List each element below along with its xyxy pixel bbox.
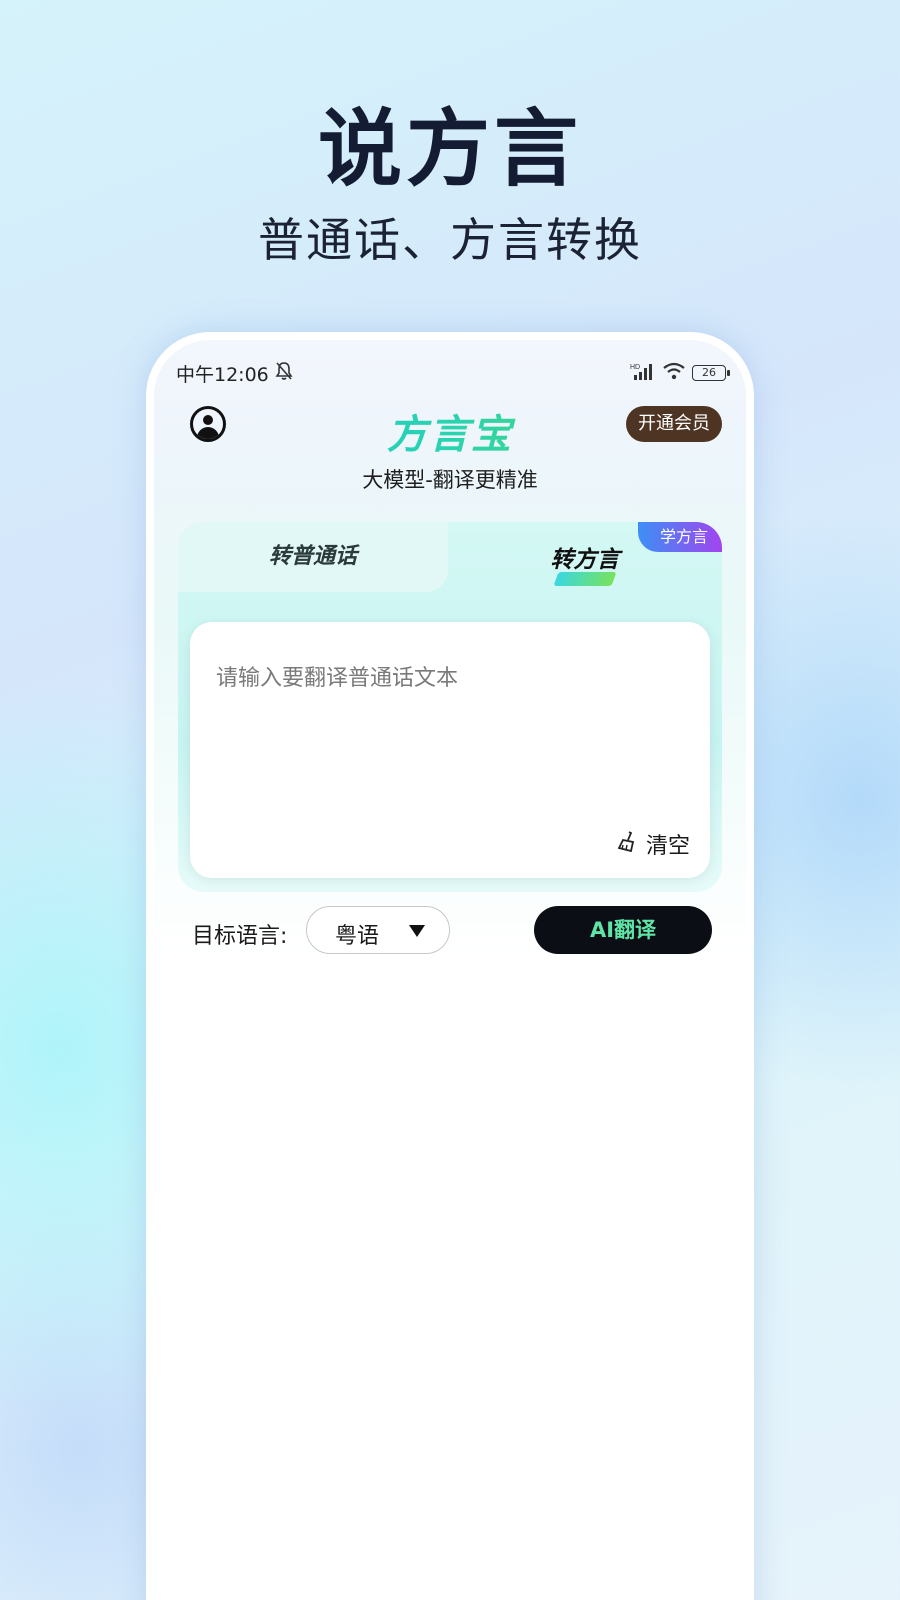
caret-down-icon <box>409 925 425 937</box>
clear-button[interactable]: 清空 <box>616 828 690 860</box>
tab-to-mandarin[interactable]: 转普通话 <box>178 522 448 592</box>
promo-subtitle: 普通话、方言转换 <box>258 213 642 267</box>
vip-button[interactable]: 开通会员 <box>626 406 722 442</box>
translate-controls: 目标语言: 粤语 AI翻译 <box>192 906 712 956</box>
wifi-icon <box>662 362 686 385</box>
bell-off-icon <box>275 361 293 386</box>
status-time: 中午12:06 <box>176 363 269 386</box>
active-tab-indicator <box>553 572 617 586</box>
app-header: 方言宝 开通会员 <box>154 402 746 458</box>
status-bar: 中午12:06 HD 26 <box>176 358 730 388</box>
ai-translate-button[interactable]: AI翻译 <box>534 906 712 954</box>
input-placeholder: 请输入要翻译普通话文本 <box>216 666 459 691</box>
text-input-area[interactable]: 请输入要翻译普通话文本 清空 <box>190 622 710 878</box>
phone-frame: 中午12:06 HD 26 方言宝 开通会员 大模型-翻译更精准 转普通话 转方… <box>146 332 754 1600</box>
promo-title: 说方言 <box>317 100 582 198</box>
signal-icon: HD <box>630 362 656 385</box>
target-language-label: 目标语言: <box>192 924 288 949</box>
tagline: 大模型-翻译更精准 <box>362 468 538 492</box>
battery-indicator: 26 <box>692 365 730 381</box>
network-label: HD <box>630 364 640 371</box>
broom-icon <box>616 830 640 859</box>
tab-to-dialect-label: 转方言 <box>550 547 620 573</box>
target-language-select[interactable]: 粤语 <box>306 906 450 954</box>
learn-dialect-badge[interactable]: 学方言 <box>637 522 722 552</box>
clear-label: 清空 <box>645 834 690 859</box>
target-language-value: 粤语 <box>335 924 380 949</box>
